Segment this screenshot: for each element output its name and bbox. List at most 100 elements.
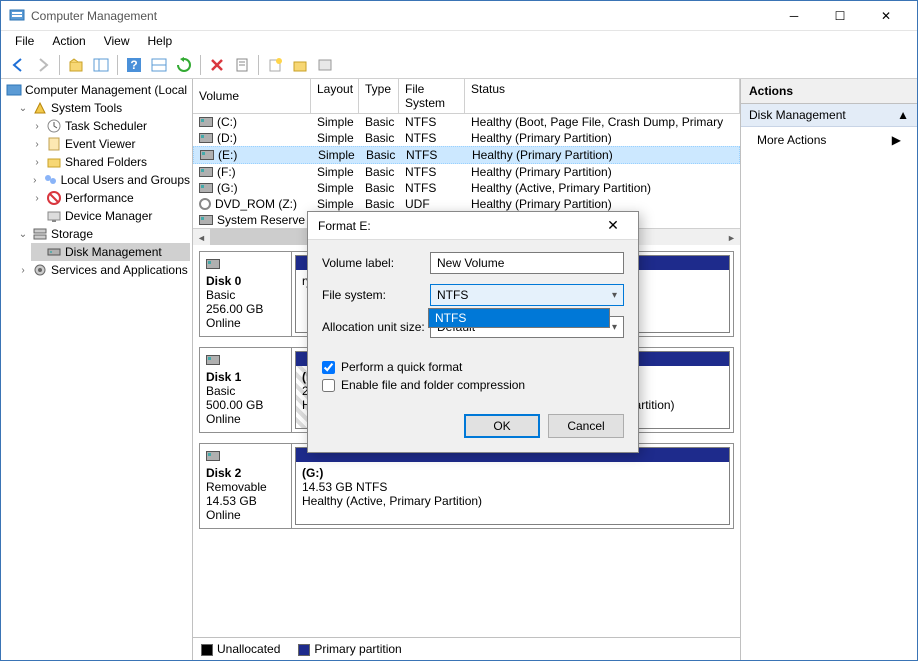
dialog-title-bar[interactable]: Format E: ✕ (308, 212, 638, 240)
volume-name: (C:) (217, 115, 237, 129)
disk-state: Online (206, 508, 285, 522)
col-type[interactable]: Type (359, 79, 399, 113)
tree-services[interactable]: ›Services and Applications (17, 261, 190, 279)
volume-type: Basic (359, 130, 399, 146)
chevron-right-icon[interactable]: › (31, 139, 43, 150)
tree-system-tools[interactable]: ⌄ System Tools (17, 99, 190, 117)
minimize-button[interactable]: ─ (771, 1, 817, 31)
volume-row[interactable]: (E:)SimpleBasicNTFSHealthy (Primary Part… (193, 146, 740, 164)
volume-type: Basic (359, 180, 399, 196)
up-button[interactable] (65, 54, 87, 76)
refresh-button[interactable] (173, 54, 195, 76)
tree-device-manager[interactable]: Device Manager (31, 207, 190, 225)
volume-fs: UDF (399, 196, 465, 212)
volume-type: Basic (359, 114, 399, 130)
close-button[interactable]: ✕ (863, 1, 909, 31)
alloc-size-label: Allocation unit size: (322, 320, 430, 334)
settings-button[interactable] (314, 54, 336, 76)
disk-name: Disk 0 (206, 274, 285, 288)
tree-task-scheduler[interactable]: ›Task Scheduler (31, 117, 190, 135)
quick-format-checkbox[interactable]: Perform a quick format (322, 360, 624, 374)
scroll-right-icon[interactable]: ► (723, 229, 740, 246)
show-hide-tree-button[interactable] (90, 54, 112, 76)
volume-layout: Simple (311, 114, 359, 130)
tree-shared-folders[interactable]: ›Shared Folders (31, 153, 190, 171)
legend-unallocated: Unallocated (201, 642, 280, 656)
volume-row[interactable]: (G:)SimpleBasicNTFSHealthy (Active, Prim… (193, 180, 740, 196)
compression-checkbox[interactable]: Enable file and folder compression (322, 378, 624, 392)
compression-input[interactable] (322, 379, 335, 392)
tree-root[interactable]: Computer Management (Local (3, 81, 190, 99)
actions-section[interactable]: Disk Management ▲ (741, 104, 917, 127)
maximize-button[interactable]: ☐ (817, 1, 863, 31)
forward-button[interactable] (32, 54, 54, 76)
disk-state: Online (206, 316, 285, 330)
partition-box[interactable]: (G:)14.53 GB NTFSHealthy (Active, Primar… (295, 447, 730, 525)
disk-kind: Basic (206, 384, 285, 398)
chevron-right-icon[interactable]: › (31, 121, 43, 132)
ok-button[interactable]: OK (464, 414, 540, 438)
dialog-close-button[interactable]: ✕ (598, 217, 628, 234)
volume-fs: NTFS (400, 147, 466, 163)
chevron-down-icon[interactable]: ⌄ (17, 229, 29, 240)
chevron-down-icon: ▾ (612, 290, 617, 301)
dropdown-option-ntfs[interactable]: NTFS (429, 309, 609, 327)
volume-fs: NTFS (399, 130, 465, 146)
toolbar: ? (1, 51, 917, 79)
properties-button[interactable] (231, 54, 253, 76)
new-button[interactable] (264, 54, 286, 76)
chevron-right-icon[interactable]: › (31, 175, 39, 186)
delete-button[interactable] (206, 54, 228, 76)
volume-type: Basic (360, 147, 400, 163)
col-volume[interactable]: Volume (193, 79, 311, 113)
scroll-left-icon[interactable]: ◄ (193, 229, 210, 246)
help-button[interactable]: ? (123, 54, 145, 76)
col-layout[interactable]: Layout (311, 79, 359, 113)
disk-label[interactable]: Disk 1Basic500.00 GBOnline (200, 348, 292, 432)
volume-status: Healthy (Primary Partition) (465, 196, 740, 212)
file-system-dropdown[interactable]: NTFS (428, 308, 610, 328)
volume-row[interactable]: (C:) SimpleBasicNTFSHealthy (Boot, Page F… (193, 114, 740, 130)
disk-icon (200, 150, 214, 160)
chevron-right-icon[interactable]: › (17, 265, 29, 276)
action-button[interactable] (289, 54, 311, 76)
cancel-button[interactable]: Cancel (548, 414, 624, 438)
col-status[interactable]: Status (465, 79, 740, 113)
volume-status: Healthy (Boot, Page File, Crash Dump, Pr… (465, 114, 740, 130)
col-fs[interactable]: File System (399, 79, 465, 113)
menu-help[interactable]: Help (140, 32, 181, 50)
disk-label[interactable]: Disk 2Removable14.53 GBOnline (200, 444, 292, 528)
chevron-right-icon[interactable]: › (31, 193, 43, 204)
disk-size: 256.00 GB (206, 302, 285, 316)
menu-action[interactable]: Action (44, 32, 93, 50)
volume-label-input[interactable] (430, 252, 624, 274)
volume-layout: Simple (311, 164, 359, 180)
view-button[interactable] (148, 54, 170, 76)
disk-icon (206, 451, 220, 461)
tree-performance[interactable]: ›Performance (31, 189, 190, 207)
tree-disk-management[interactable]: Disk Management (31, 243, 190, 261)
volume-layout: Simple (311, 180, 359, 196)
volume-row[interactable]: (D:)SimpleBasicNTFSHealthy (Primary Part… (193, 130, 740, 146)
chevron-right-icon[interactable]: › (31, 157, 43, 168)
disk-row: Disk 2Removable14.53 GBOnline(G:)14.53 G… (199, 443, 734, 529)
menu-view[interactable]: View (96, 32, 138, 50)
volume-row[interactable]: (F:)SimpleBasicNTFSHealthy (Primary Part… (193, 164, 740, 180)
volume-fs: NTFS (399, 180, 465, 196)
menu-file[interactable]: File (7, 32, 42, 50)
volume-fs: NTFS (399, 114, 465, 130)
volume-name: (G:) (217, 181, 238, 195)
quick-format-input[interactable] (322, 361, 335, 374)
actions-more[interactable]: More Actions ▶ (741, 127, 917, 153)
disk-label[interactable]: Disk 0Basic256.00 GBOnline (200, 252, 292, 336)
chevron-down-icon[interactable]: ⌄ (17, 103, 29, 114)
dvd-icon (199, 198, 211, 210)
tree-storage[interactable]: ⌄ Storage (17, 225, 190, 243)
volume-row[interactable]: DVD_ROM (Z:)SimpleBasicUDFHealthy (Prima… (193, 196, 740, 212)
tree-local-users[interactable]: ›Local Users and Groups (31, 171, 190, 189)
collapse-icon[interactable]: ▲ (897, 108, 909, 122)
volume-layout: Simple (312, 147, 360, 163)
tree-event-viewer[interactable]: ›Event Viewer (31, 135, 190, 153)
back-button[interactable] (7, 54, 29, 76)
file-system-select[interactable]: NTFS ▾ (430, 284, 624, 306)
